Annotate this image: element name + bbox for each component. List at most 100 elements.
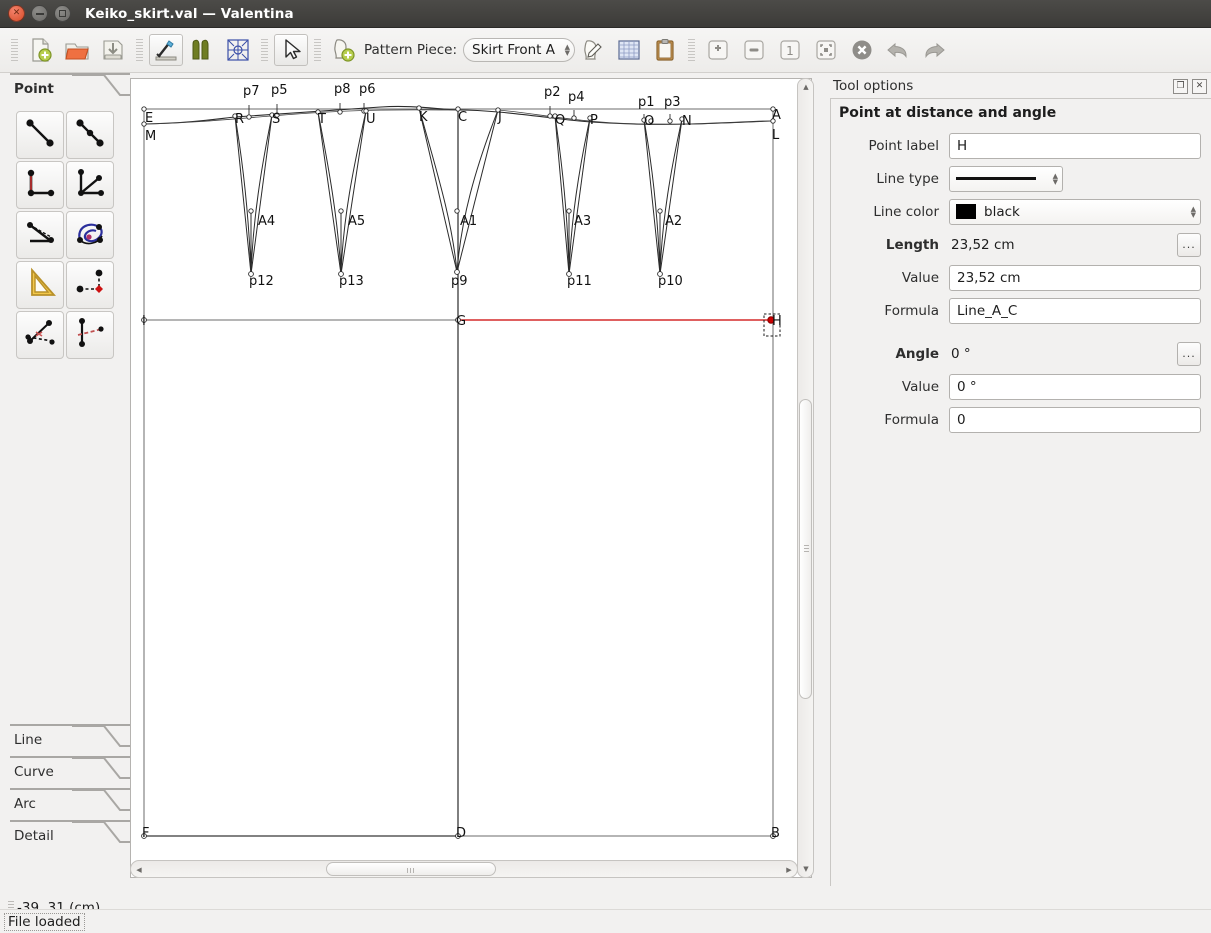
angle-formula-input[interactable]: 0: [949, 407, 1201, 433]
stop-tool-button[interactable]: [845, 34, 879, 66]
canvas-point-label[interactable]: A1: [460, 214, 477, 229]
tool-point-intersect-arc-line[interactable]: [66, 311, 114, 359]
new-pattern-button[interactable]: [24, 34, 58, 66]
canvas-point-label[interactable]: P: [590, 113, 598, 128]
tool-point-along-line[interactable]: [66, 111, 114, 159]
close-window-button[interactable]: ✕: [8, 5, 25, 22]
canvas-point-label[interactable]: p11: [567, 274, 592, 289]
angle-value-input[interactable]: 0 °: [949, 374, 1201, 400]
toolbar-grip-mode[interactable]: [136, 39, 143, 61]
toolbar-grip-file[interactable]: [11, 39, 18, 61]
tool-point-intersect-line-axis[interactable]: [16, 211, 64, 259]
line-color-combobox[interactable]: black ▲▼: [949, 199, 1201, 225]
zoom-fit-best-button[interactable]: [809, 34, 843, 66]
canvas-point-label[interactable]: J: [497, 110, 502, 125]
canvas-point-label[interactable]: O: [644, 114, 654, 129]
canvas-point-label[interactable]: Q: [555, 113, 565, 128]
scroll-up-arrow-icon[interactable]: ▲: [800, 81, 812, 93]
canvas-point-label[interactable]: M: [145, 129, 156, 144]
edit-pattern-piece-button[interactable]: [576, 34, 610, 66]
line-type-combobox[interactable]: ▲▼: [949, 166, 1063, 192]
canvas-point-label[interactable]: p9: [451, 274, 468, 289]
pattern-piece-combobox[interactable]: Skirt Front A ▲▼: [463, 38, 575, 62]
point-label-input[interactable]: H: [949, 133, 1201, 159]
canvas-point-label[interactable]: S: [272, 112, 280, 127]
canvas-point-label[interactable]: A4: [258, 214, 275, 229]
canvas-point-label[interactable]: p5: [271, 83, 288, 98]
tool-special-point-on-shoulder[interactable]: [16, 261, 64, 309]
canvas-point-label[interactable]: p10: [658, 274, 683, 289]
canvas-point-label[interactable]: H: [772, 314, 782, 329]
tool-point-intersect-lines[interactable]: [16, 311, 64, 359]
measurements-table-button[interactable]: [612, 34, 646, 66]
canvas-point-label[interactable]: T: [317, 112, 326, 127]
length-formula-wizard-button[interactable]: ...: [1177, 233, 1201, 257]
canvas-point-label[interactable]: A: [772, 108, 781, 123]
horizontal-scroll-thumb[interactable]: [326, 862, 496, 876]
length-value-input[interactable]: 23,52 cm: [949, 265, 1201, 291]
canvas-point-label[interactable]: p1: [638, 95, 655, 110]
dock-group-line[interactable]: Line: [0, 724, 130, 756]
close-panel-icon[interactable]: ✕: [1192, 79, 1207, 94]
history-button[interactable]: [648, 34, 682, 66]
pattern-drawing-canvas[interactable]: EMRSTUKCJQPONALp7p5p8p6p2p4p1p3A4A5A1A3A…: [130, 78, 812, 878]
details-mode-button[interactable]: [185, 34, 219, 66]
canvas-point-label[interactable]: R: [235, 112, 244, 127]
open-pattern-button[interactable]: [60, 34, 94, 66]
undo-button[interactable]: [881, 34, 915, 66]
draw-mode-button[interactable]: [149, 34, 183, 66]
tool-point-intersect-curves[interactable]: [66, 211, 114, 259]
canvas-point-label[interactable]: B: [771, 826, 780, 841]
canvas-point-label[interactable]: p8: [334, 82, 351, 97]
canvas-point-label[interactable]: I: [142, 314, 146, 329]
canvas-point-label[interactable]: G: [456, 314, 466, 329]
scroll-left-arrow-icon[interactable]: ◀: [133, 864, 145, 876]
zoom-out-button[interactable]: [737, 34, 771, 66]
canvas-point-label[interactable]: p2: [544, 85, 561, 100]
scroll-right-arrow-icon[interactable]: ▶: [783, 864, 795, 876]
canvas-point-label[interactable]: p6: [359, 82, 376, 97]
canvas-point-label[interactable]: E: [145, 111, 153, 126]
pointer-tool-button[interactable]: [274, 34, 308, 66]
vertical-scroll-thumb[interactable]: [799, 399, 812, 699]
layout-mode-button[interactable]: [221, 34, 255, 66]
canvas-point-label[interactable]: A5: [348, 214, 365, 229]
canvas-point-label[interactable]: p7: [243, 84, 260, 99]
toolbar-grip-zoom[interactable]: [688, 39, 695, 61]
redo-button[interactable]: [917, 34, 951, 66]
tool-point-along-perpendicular[interactable]: [16, 161, 64, 209]
zoom-in-button[interactable]: [701, 34, 735, 66]
canvas-vertical-scrollbar[interactable]: ▲ ▼: [797, 78, 814, 878]
save-pattern-button[interactable]: [96, 34, 130, 66]
add-pattern-piece-button[interactable]: [327, 34, 361, 66]
dock-group-curve[interactable]: Curve: [0, 756, 130, 788]
canvas-point-label[interactable]: A3: [574, 214, 591, 229]
minimize-window-button[interactable]: [31, 5, 48, 22]
length-formula-input[interactable]: Line_A_C: [949, 298, 1201, 324]
maximize-window-button[interactable]: [54, 5, 71, 22]
canvas-point-label[interactable]: p13: [339, 274, 364, 289]
dock-group-arc[interactable]: Arc: [0, 788, 130, 820]
tool-point-at-distance-and-angle[interactable]: [16, 111, 64, 159]
canvas-point-label[interactable]: A2: [665, 214, 682, 229]
scroll-down-arrow-icon[interactable]: ▼: [800, 863, 812, 875]
canvas-point-label[interactable]: K: [419, 110, 428, 125]
canvas-point-label[interactable]: F: [142, 826, 149, 841]
canvas-point-label[interactable]: U: [366, 112, 376, 127]
angle-formula-wizard-button[interactable]: ...: [1177, 342, 1201, 366]
zoom-original-button[interactable]: 1: [773, 34, 807, 66]
canvas-point-label[interactable]: N: [682, 114, 692, 129]
canvas-point-label[interactable]: p4: [568, 90, 585, 105]
tool-point-bisector[interactable]: [66, 161, 114, 209]
line-color-spinner-icon[interactable]: ▲▼: [1191, 206, 1196, 218]
canvas-point-label[interactable]: C: [458, 110, 467, 125]
dock-group-point[interactable]: Point: [0, 73, 130, 105]
canvas-point-label[interactable]: D: [456, 826, 466, 841]
canvas-horizontal-scrollbar[interactable]: ◀ ▶: [130, 860, 798, 878]
line-type-spinner-icon[interactable]: ▲▼: [1053, 173, 1058, 185]
canvas-point-label[interactable]: L: [772, 128, 780, 143]
canvas-point-label[interactable]: p12: [249, 274, 274, 289]
pattern-piece-spinner-icon[interactable]: ▲▼: [565, 44, 570, 56]
float-panel-icon[interactable]: ❐: [1173, 79, 1188, 94]
tool-point-from-x-y-of-two-points[interactable]: [66, 261, 114, 309]
